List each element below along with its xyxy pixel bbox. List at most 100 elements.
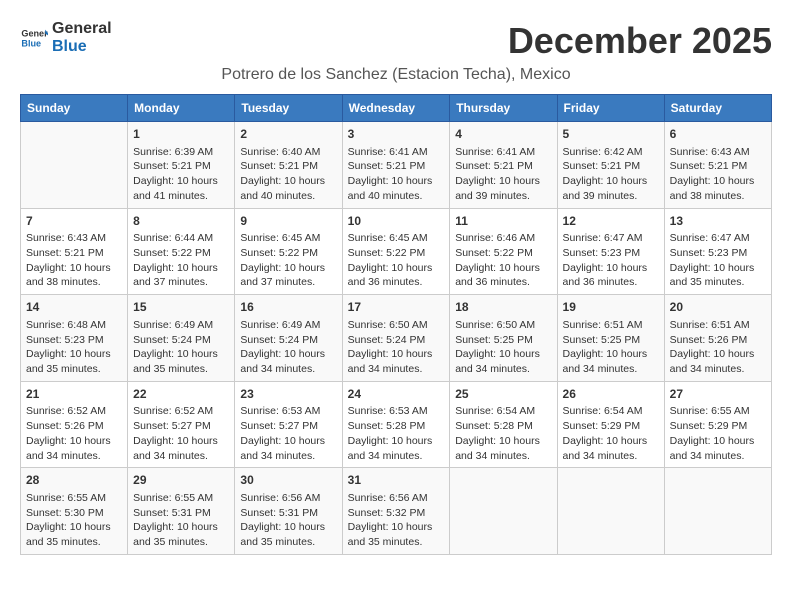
day-info: Sunset: 5:25 PM bbox=[455, 333, 551, 348]
calendar-day-29: 29Sunrise: 6:55 AMSunset: 5:31 PMDayligh… bbox=[128, 468, 235, 555]
day-info: Daylight: 10 hours and 35 minutes. bbox=[670, 261, 766, 290]
day-number: 19 bbox=[563, 299, 659, 316]
calendar-empty-cell bbox=[21, 122, 128, 209]
day-number: 6 bbox=[670, 126, 766, 143]
day-number: 28 bbox=[26, 472, 122, 489]
calendar-day-2: 2 Sunrise: 6:40 AMSunset: 5:21 PMDaylight… bbox=[235, 122, 342, 209]
calendar-day-12: 12Sunrise: 6:47 AMSunset: 5:23 PMDayligh… bbox=[557, 208, 664, 295]
calendar-day-31: 31Sunrise: 6:56 AMSunset: 5:32 PMDayligh… bbox=[342, 468, 450, 555]
day-info: Sunset: 5:26 PM bbox=[670, 333, 766, 348]
calendar-day-6: 6Sunrise: 6:43 AMSunset: 5:21 PMDaylight… bbox=[664, 122, 771, 209]
svg-text:General: General bbox=[21, 28, 48, 38]
day-info: Daylight: 10 hours and 34 minutes. bbox=[670, 434, 766, 463]
day-number: 23 bbox=[240, 386, 336, 403]
day-info: Sunset: 5:28 PM bbox=[455, 419, 551, 434]
logo-blue: Blue bbox=[52, 38, 112, 56]
calendar-empty-cell bbox=[450, 468, 557, 555]
calendar-day-16: 16Sunrise: 6:49 AMSunset: 5:24 PMDayligh… bbox=[235, 295, 342, 382]
day-info: Sunrise: 6:41 AM bbox=[455, 145, 551, 160]
subtitle: Potrero de los Sanchez (Estacion Techa),… bbox=[20, 66, 772, 84]
weekday-header-sunday: Sunday bbox=[21, 95, 128, 122]
logo-icon: General Blue bbox=[20, 24, 48, 52]
svg-text:Blue: Blue bbox=[21, 38, 41, 48]
calendar-week-row: 21Sunrise: 6:52 AMSunset: 5:26 PMDayligh… bbox=[21, 381, 772, 468]
calendar-day-11: 11Sunrise: 6:46 AMSunset: 5:22 PMDayligh… bbox=[450, 208, 557, 295]
month-title: December 2025 bbox=[508, 20, 772, 62]
day-info: Sunset: 5:23 PM bbox=[563, 246, 659, 261]
day-info: Daylight: 10 hours and 35 minutes. bbox=[133, 520, 229, 549]
day-number: 2 bbox=[240, 126, 336, 143]
day-info: Sunrise: 6:55 AM bbox=[26, 491, 122, 506]
day-info: Sunrise: 6:53 AM bbox=[240, 404, 336, 419]
day-info: Sunrise: 6:52 AM bbox=[26, 404, 122, 419]
day-number: 15 bbox=[133, 299, 229, 316]
day-info: Sunset: 5:31 PM bbox=[133, 506, 229, 521]
day-info: Daylight: 10 hours and 34 minutes. bbox=[670, 347, 766, 376]
calendar-day-4: 4Sunrise: 6:41 AMSunset: 5:21 PMDaylight… bbox=[450, 122, 557, 209]
day-info: Sunset: 5:24 PM bbox=[348, 333, 445, 348]
calendar-day-21: 21Sunrise: 6:52 AMSunset: 5:26 PMDayligh… bbox=[21, 381, 128, 468]
calendar-day-15: 15Sunrise: 6:49 AMSunset: 5:24 PMDayligh… bbox=[128, 295, 235, 382]
day-info: Sunset: 5:22 PM bbox=[240, 246, 336, 261]
day-info: Sunset: 5:28 PM bbox=[348, 419, 445, 434]
day-info: Sunrise: 6:50 AM bbox=[348, 318, 445, 333]
day-info: Sunrise: 6:45 AM bbox=[348, 231, 445, 246]
day-info: Daylight: 10 hours and 40 minutes. bbox=[240, 174, 336, 203]
day-info: Sunset: 5:30 PM bbox=[26, 506, 122, 521]
logo-general: General bbox=[52, 20, 112, 38]
day-info: Sunset: 5:22 PM bbox=[348, 246, 445, 261]
day-number: 12 bbox=[563, 213, 659, 230]
day-info: Daylight: 10 hours and 34 minutes. bbox=[133, 434, 229, 463]
day-info: Daylight: 10 hours and 34 minutes. bbox=[563, 434, 659, 463]
day-info: Sunrise: 6:53 AM bbox=[348, 404, 445, 419]
day-info: Sunrise: 6:51 AM bbox=[670, 318, 766, 333]
calendar-table: SundayMondayTuesdayWednesdayThursdayFrid… bbox=[20, 94, 772, 555]
calendar-day-25: 25Sunrise: 6:54 AMSunset: 5:28 PMDayligh… bbox=[450, 381, 557, 468]
day-info: Daylight: 10 hours and 37 minutes. bbox=[133, 261, 229, 290]
day-info: Daylight: 10 hours and 34 minutes. bbox=[563, 347, 659, 376]
day-info: Sunrise: 6:41 AM bbox=[348, 145, 445, 160]
day-number: 7 bbox=[26, 213, 122, 230]
day-info: Sunrise: 6:49 AM bbox=[240, 318, 336, 333]
day-info: Sunrise: 6:39 AM bbox=[133, 145, 229, 160]
day-number: 26 bbox=[563, 386, 659, 403]
day-number: 21 bbox=[26, 386, 122, 403]
day-info: Sunrise: 6:47 AM bbox=[670, 231, 766, 246]
day-number: 25 bbox=[455, 386, 551, 403]
calendar-week-row: 14Sunrise: 6:48 AMSunset: 5:23 PMDayligh… bbox=[21, 295, 772, 382]
day-info: Sunset: 5:29 PM bbox=[670, 419, 766, 434]
day-info: Sunset: 5:29 PM bbox=[563, 419, 659, 434]
day-info: Sunset: 5:31 PM bbox=[240, 506, 336, 521]
day-number: 14 bbox=[26, 299, 122, 316]
day-info: Sunset: 5:21 PM bbox=[240, 159, 336, 174]
day-info: Sunrise: 6:40 AM bbox=[240, 145, 336, 160]
day-info: Daylight: 10 hours and 38 minutes. bbox=[26, 261, 122, 290]
day-info: Sunrise: 6:50 AM bbox=[455, 318, 551, 333]
calendar-week-row: 7Sunrise: 6:43 AMSunset: 5:21 PMDaylight… bbox=[21, 208, 772, 295]
day-info: Daylight: 10 hours and 34 minutes. bbox=[26, 434, 122, 463]
day-info: Sunset: 5:21 PM bbox=[563, 159, 659, 174]
calendar-day-30: 30Sunrise: 6:56 AMSunset: 5:31 PMDayligh… bbox=[235, 468, 342, 555]
calendar-day-17: 17Sunrise: 6:50 AMSunset: 5:24 PMDayligh… bbox=[342, 295, 450, 382]
day-info: Sunset: 5:21 PM bbox=[670, 159, 766, 174]
day-number: 31 bbox=[348, 472, 445, 489]
calendar-week-row: 1Sunrise: 6:39 AMSunset: 5:21 PMDaylight… bbox=[21, 122, 772, 209]
day-info: Sunrise: 6:52 AM bbox=[133, 404, 229, 419]
day-info: Sunrise: 6:56 AM bbox=[240, 491, 336, 506]
day-info: Sunset: 5:22 PM bbox=[455, 246, 551, 261]
weekday-header-wednesday: Wednesday bbox=[342, 95, 450, 122]
day-info: Sunset: 5:26 PM bbox=[26, 419, 122, 434]
calendar-empty-cell bbox=[664, 468, 771, 555]
calendar-day-13: 13Sunrise: 6:47 AMSunset: 5:23 PMDayligh… bbox=[664, 208, 771, 295]
day-info: Sunrise: 6:45 AM bbox=[240, 231, 336, 246]
day-number: 30 bbox=[240, 472, 336, 489]
day-number: 9 bbox=[240, 213, 336, 230]
calendar-day-18: 18Sunrise: 6:50 AMSunset: 5:25 PMDayligh… bbox=[450, 295, 557, 382]
day-info: Sunset: 5:23 PM bbox=[670, 246, 766, 261]
day-info: Daylight: 10 hours and 35 minutes. bbox=[348, 520, 445, 549]
day-info: Sunrise: 6:47 AM bbox=[563, 231, 659, 246]
page-header: General Blue General Blue December 2025 bbox=[20, 20, 772, 62]
calendar-day-5: 5Sunrise: 6:42 AMSunset: 5:21 PMDaylight… bbox=[557, 122, 664, 209]
day-info: Daylight: 10 hours and 35 minutes. bbox=[133, 347, 229, 376]
calendar-day-20: 20Sunrise: 6:51 AMSunset: 5:26 PMDayligh… bbox=[664, 295, 771, 382]
